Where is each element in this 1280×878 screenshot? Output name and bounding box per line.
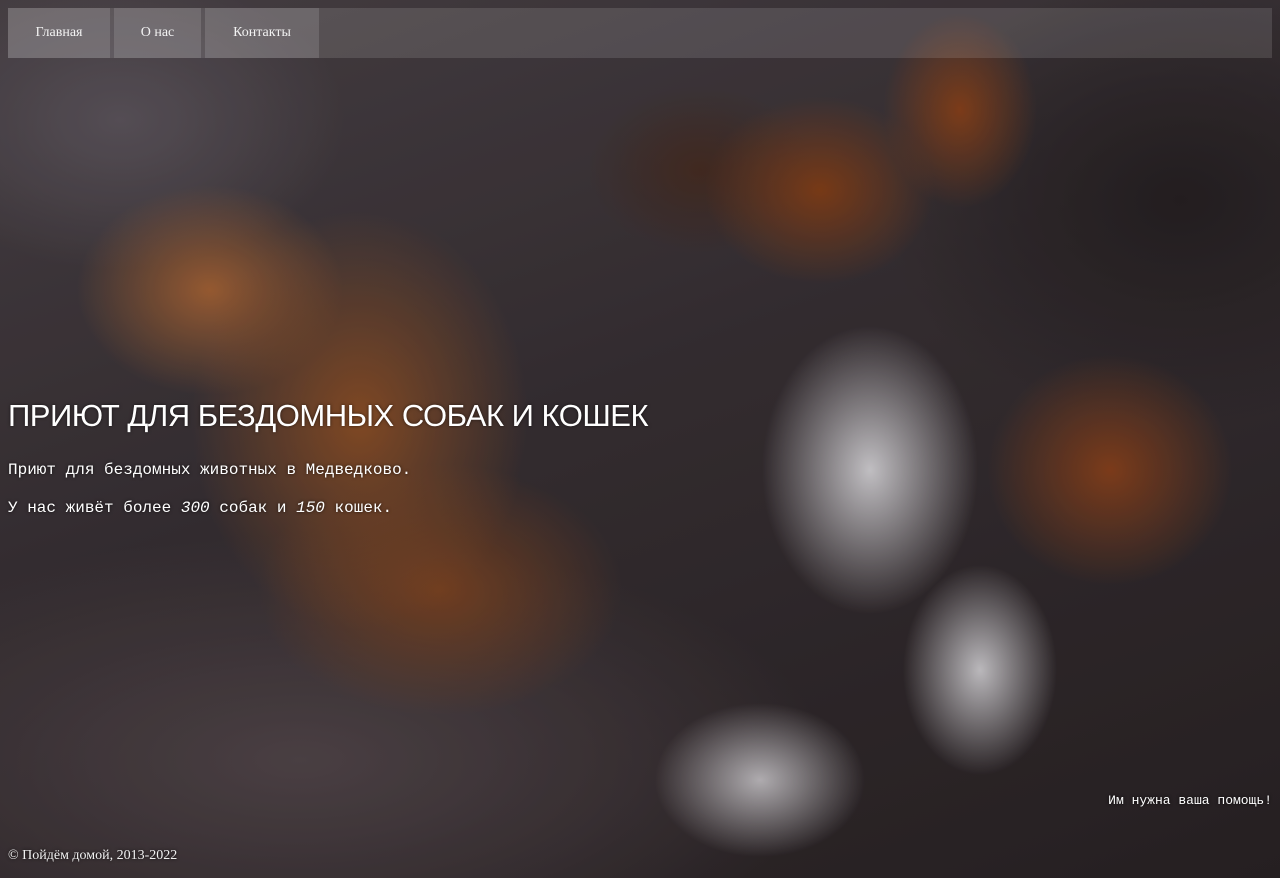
help-text: Им нужна ваша помощь! xyxy=(1108,793,1272,808)
main-navigation: Главная О нас Контакты xyxy=(8,8,1272,58)
stats-suffix: кошек. xyxy=(334,499,393,517)
nav-item-contacts[interactable]: Контакты xyxy=(205,8,319,58)
stats-middle: собак и xyxy=(219,499,287,517)
nav-list: Главная О нас Контакты xyxy=(8,8,1272,58)
hero-background-overlay xyxy=(0,0,1280,878)
stats-text: У нас живёт более 300 собак и 150 кошек. xyxy=(8,499,392,517)
nav-item-home[interactable]: Главная xyxy=(8,8,110,58)
page-title: ПРИЮТ ДЛЯ БЕЗДОМНЫХ СОБАК И КОШЕК xyxy=(8,398,649,433)
stats-prefix: У нас живёт более xyxy=(8,499,172,517)
hero-background-photo xyxy=(0,0,1280,878)
cats-count: 150 xyxy=(296,499,325,517)
footer-copyright: © Пойдём домой, 2013-2022 xyxy=(8,848,178,863)
nav-item-contacts-label: Контакты xyxy=(233,25,291,40)
nav-item-about[interactable]: О нас xyxy=(114,8,201,58)
nav-item-about-label: О нас xyxy=(140,25,175,40)
nav-item-home-label: Главная xyxy=(35,25,83,40)
intro-text: Приют для бездомных животных в Медведков… xyxy=(8,461,412,479)
dogs-count: 300 xyxy=(180,499,210,517)
